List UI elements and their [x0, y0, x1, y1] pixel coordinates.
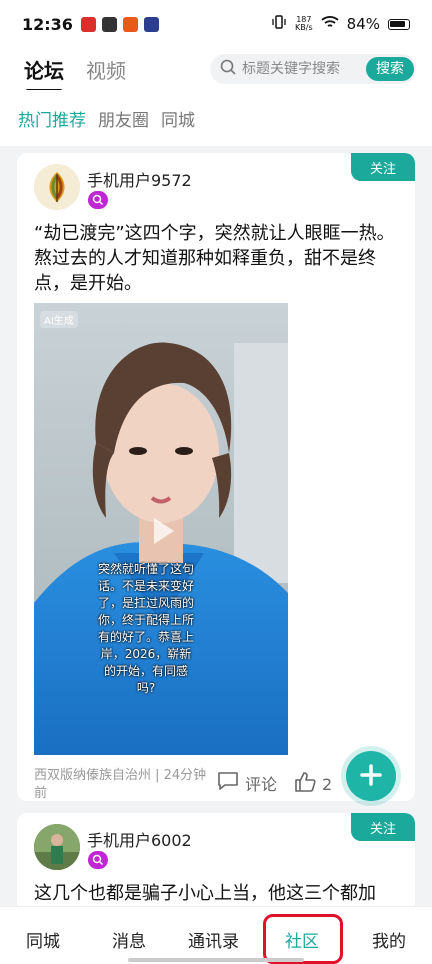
username[interactable]: 手机用户9572 — [87, 167, 192, 191]
user-level-badge — [88, 191, 108, 209]
home-indicator — [128, 958, 304, 962]
nav-local[interactable]: 同城 — [26, 927, 60, 952]
net-speed: 187 KB/s — [295, 16, 313, 32]
top-header: 论坛 视频 搜索 — [0, 48, 432, 92]
like-button[interactable]: 2 — [294, 771, 332, 797]
post-location-time: 西双版纳傣族自治州 | 24分钟前 — [34, 768, 207, 801]
avatar[interactable] — [34, 164, 80, 210]
app-notification-icon — [122, 16, 138, 32]
video-thumbnail[interactable]: AI生成 突然就听懂了这句话。不是未来变好了，是扛过风雨的你，终于配得上所有的好… — [34, 303, 288, 755]
comment-label: 评论 — [245, 775, 278, 794]
like-count: 2 — [322, 774, 333, 794]
post-card[interactable]: 关注 手机用户9572 “劫已渡完”这四个字，突然就让人眼眶一热。熬过去的人才知… — [17, 153, 415, 801]
tab-hot-recommend[interactable]: 热门推荐 — [18, 106, 86, 131]
status-app-icons — [80, 16, 159, 32]
post-text[interactable]: 这几个也都是骗子小心上当，他这三个都加 — [34, 881, 404, 906]
search-box[interactable]: 搜索 — [210, 54, 416, 84]
post-text[interactable]: “劫已渡完”这四个字，突然就让人眼眶一热。熬过去的人才知道那种如释重负，甜不是终… — [34, 221, 404, 296]
play-icon[interactable] — [144, 513, 180, 549]
follow-button[interactable]: 关注 — [351, 813, 415, 841]
vibrate-icon — [271, 15, 287, 33]
status-time: 12:36 — [22, 14, 73, 34]
plus-icon — [359, 763, 383, 790]
video-caption: 突然就听懂了这句话。不是未来变好了，是扛过风雨的你，终于配得上所有的好了。恭喜上… — [97, 562, 194, 695]
battery-percent: 84% — [346, 15, 380, 33]
post-card[interactable]: 关注 手机用户6002 这几个也都是骗子小心上当，他这三个都加 — [17, 813, 415, 906]
status-right: 187 KB/s 84% — [271, 15, 410, 33]
username[interactable]: 手机用户6002 — [87, 827, 192, 851]
tab-local[interactable]: 同城 — [161, 106, 195, 131]
create-post-button[interactable] — [346, 751, 396, 801]
thumbs-up-icon — [294, 771, 316, 797]
app-notification-icon — [143, 16, 159, 32]
post-feed[interactable]: 关注 手机用户9572 “劫已渡完”这四个字，突然就让人眼眶一热。熬过去的人才知… — [0, 146, 432, 906]
net-speed-unit: KB/s — [295, 23, 313, 32]
ai-generated-tag: AI生成 — [40, 311, 78, 328]
follow-button[interactable]: 关注 — [351, 153, 415, 181]
search-button[interactable]: 搜索 — [366, 57, 414, 81]
search-icon — [220, 59, 236, 79]
app-notification-icon — [101, 16, 117, 32]
comment-icon — [217, 771, 239, 795]
wifi-icon — [321, 15, 339, 33]
sub-tabs: 热门推荐 朋友圈 同城 — [0, 90, 432, 146]
bottom-nav: 同城 消息 通讯录 社区 我的 — [0, 906, 432, 964]
tab-video[interactable]: 视频 — [86, 55, 126, 84]
tab-forum[interactable]: 论坛 — [24, 55, 64, 92]
nav-messages[interactable]: 消息 — [112, 927, 146, 952]
user-level-badge — [88, 851, 108, 869]
nav-community[interactable]: 社区 — [285, 927, 319, 952]
avatar[interactable] — [34, 824, 80, 870]
status-bar: 12:36 187 KB/s 84% — [0, 0, 432, 48]
app-notification-icon — [80, 16, 96, 32]
search-input[interactable] — [242, 61, 362, 77]
nav-contacts[interactable]: 通讯录 — [188, 927, 239, 952]
comment-button[interactable]: 评论 — [217, 771, 277, 795]
battery-icon — [388, 18, 410, 30]
nav-me[interactable]: 我的 — [372, 927, 406, 952]
tab-moments[interactable]: 朋友圈 — [98, 106, 149, 131]
